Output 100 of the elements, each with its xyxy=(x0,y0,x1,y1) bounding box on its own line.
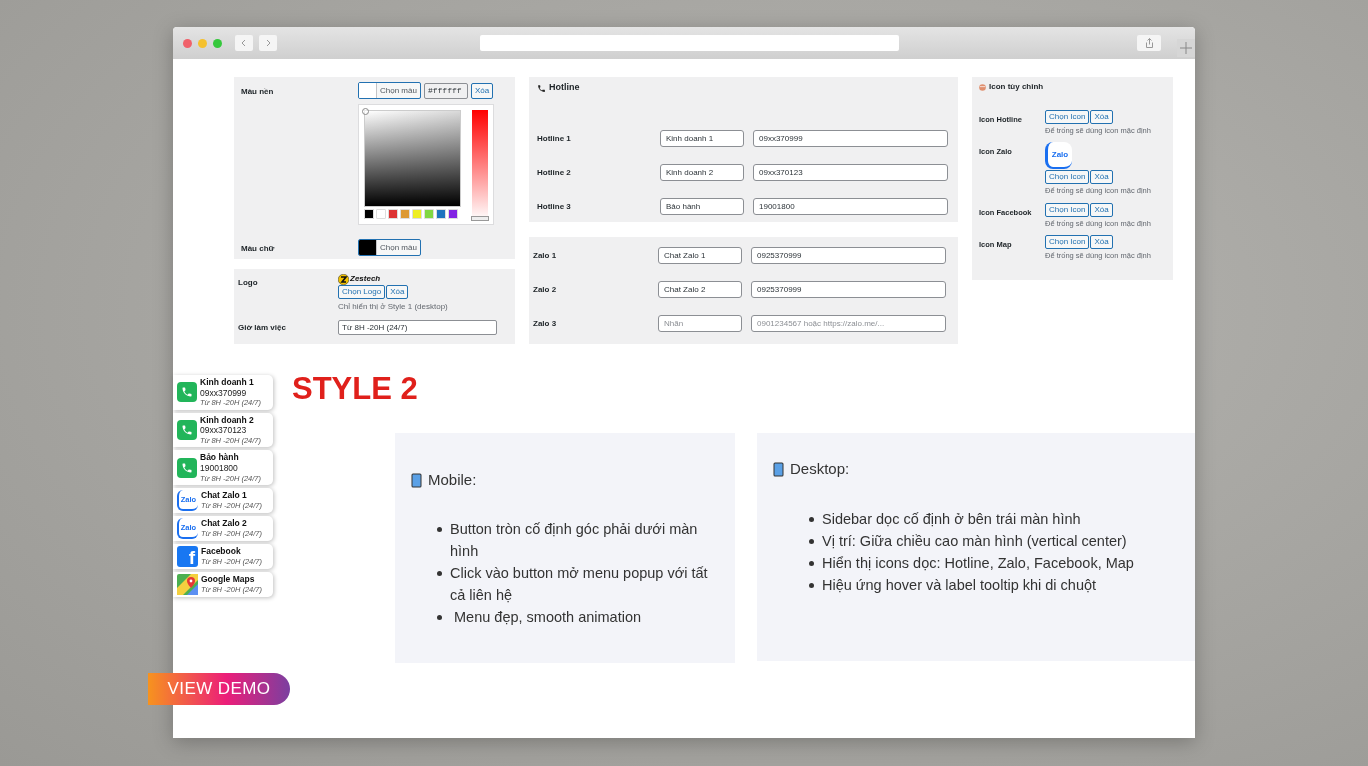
bullet-icon xyxy=(437,614,442,620)
phone-field[interactable]: 0925370999 xyxy=(751,247,946,264)
map-icon xyxy=(177,573,198,595)
clear-button[interactable]: Xóa xyxy=(386,285,409,299)
field-label: Màu nền xyxy=(241,86,275,98)
view-demo-button[interactable]: VIEW DEMO xyxy=(148,673,290,705)
contact-name: Bảo hành xyxy=(200,452,240,463)
choose-icon-button[interactable]: Chọn Icon xyxy=(1045,234,1090,249)
name-field[interactable]: Nhãn xyxy=(658,315,742,332)
feature-text: Vị trí: Giữa chiều cao màn hình (vertical center) xyxy=(822,531,1127,551)
field-label: Logo xyxy=(238,277,259,289)
field-label: Màu chữ xyxy=(241,243,276,255)
bullet-icon xyxy=(437,526,442,532)
color-swatch[interactable] xyxy=(400,209,410,219)
phone-icon xyxy=(177,382,197,403)
name-field[interactable]: Chat Zalo 2 xyxy=(658,281,742,298)
contact-name: Chat Zalo 2 xyxy=(201,518,248,529)
name-field[interactable]: Kinh doanh 1 xyxy=(660,130,744,147)
color-swatch[interactable] xyxy=(436,209,446,219)
feature-text: Sidebar dọc cố định ở bên trái màn hình xyxy=(822,509,1081,529)
clear-button[interactable]: Xóa xyxy=(1090,202,1113,217)
bullet-icon xyxy=(809,516,814,522)
feature-text: Click vào button mở menu popup với tất cả liên hệ xyxy=(450,563,709,605)
hue-slider[interactable] xyxy=(472,110,488,220)
phone-field[interactable]: 0925370999 xyxy=(751,281,946,298)
color-swatch[interactable] xyxy=(412,209,422,219)
forward-button[interactable] xyxy=(259,35,277,51)
card-title: Mobile: xyxy=(428,470,477,490)
phone-icon xyxy=(537,83,546,93)
bullet-icon xyxy=(809,582,814,588)
clear-button[interactable]: Xóa xyxy=(1090,234,1113,249)
minimize-icon[interactable] xyxy=(198,38,207,48)
name-field[interactable]: Kinh doanh 2 xyxy=(660,164,744,181)
slider-handle[interactable] xyxy=(471,216,489,221)
field-label: Hotline 2 xyxy=(537,166,572,179)
color-swatch[interactable] xyxy=(388,209,398,219)
choose-logo-button[interactable]: Chọn Logo xyxy=(338,285,386,299)
feature-text: Menu đẹp, smooth animation xyxy=(453,607,642,627)
contact-name: Facebook xyxy=(201,546,242,557)
maximize-icon[interactable] xyxy=(213,38,222,48)
phone-field[interactable]: 09xx370999 xyxy=(753,130,948,147)
share-button[interactable] xyxy=(1137,35,1161,51)
color-swatch[interactable] xyxy=(424,209,434,219)
section-title: Icon tùy chỉnh xyxy=(989,81,1044,93)
name-field[interactable]: Chat Zalo 1 xyxy=(658,247,742,264)
bullet-icon xyxy=(809,538,814,544)
chevron-left-icon xyxy=(240,39,248,47)
phone-icon xyxy=(177,419,197,440)
color-swatch[interactable] xyxy=(364,209,374,219)
choose-icon-button[interactable]: Chọn Icon xyxy=(1045,202,1090,217)
choose-icon-button[interactable]: Chọn Icon xyxy=(1045,110,1090,124)
field-label: Hotline 1 xyxy=(537,132,572,145)
zalo-icon: Zalo xyxy=(1045,142,1072,170)
style-heading: STYLE 2 xyxy=(292,373,419,404)
feature-text: Button tròn cố định góc phải dưới màn hình xyxy=(450,519,699,561)
hours-field[interactable]: Từ 8H -20H (24/7) xyxy=(338,320,497,335)
share-icon xyxy=(1144,38,1154,48)
facebook-icon: f xyxy=(177,545,198,567)
field-label: Zalo 3 xyxy=(533,317,558,330)
clear-button[interactable]: Xóa xyxy=(1090,110,1113,124)
phone-field[interactable]: 19001800 xyxy=(753,198,948,215)
phone-icon xyxy=(773,461,784,477)
close-icon[interactable] xyxy=(183,38,192,48)
phone-icon xyxy=(411,472,422,488)
contact-phone: 09xx370999 xyxy=(200,387,248,399)
bullet-icon xyxy=(437,570,442,576)
contact-name: Kinh doanh 2 xyxy=(200,414,255,426)
chevron-right-icon xyxy=(264,39,272,47)
color-swatch[interactable] xyxy=(376,209,386,219)
contact-name: Chat Zalo 1 xyxy=(201,490,248,501)
new-tab-icon[interactable] xyxy=(1177,39,1195,57)
field-label: Zalo 1 xyxy=(533,249,558,262)
color-picker[interactable] xyxy=(358,104,494,225)
contact-name: Kinh doanh 1 xyxy=(200,377,255,388)
contact-name: Google Maps xyxy=(201,574,256,585)
hex-field[interactable]: #ffffff xyxy=(423,82,468,99)
ball-icon xyxy=(979,83,986,91)
back-button[interactable] xyxy=(235,35,253,51)
phone-icon xyxy=(177,457,197,478)
choose-icon-button[interactable]: Chọn Icon xyxy=(1045,170,1090,185)
contact-phone: 09xx370123 xyxy=(200,425,248,436)
phone-field[interactable]: 0901234567 hoặc https://zalo.me/... xyxy=(751,315,946,332)
color-picker-button[interactable]: Chọn màu xyxy=(358,82,421,99)
card-title: Desktop: xyxy=(790,459,850,479)
field-label: Giờ làm việc xyxy=(238,321,287,334)
bullet-icon xyxy=(809,560,814,566)
clear-button[interactable]: Xóa xyxy=(470,82,494,99)
color-picker-button[interactable]: Chọn màu xyxy=(358,239,421,256)
feature-text: Hiệu ứng hover và label tooltip khi di chuột xyxy=(822,575,1097,595)
color-swatch[interactable] xyxy=(448,209,458,219)
saturation-area[interactable] xyxy=(364,110,461,207)
feature-text: Hiển thị icons dọc: Hotline, Zalo, Facebook, Map xyxy=(822,553,1134,573)
clear-button[interactable]: Xóa xyxy=(1090,170,1113,185)
phone-field[interactable]: 09xx370123 xyxy=(753,164,948,181)
field-label: Hotline 3 xyxy=(537,200,572,213)
logo: Zestech xyxy=(338,273,381,285)
picker-handle[interactable] xyxy=(362,108,369,115)
hint-text: Chỉ hiển thị ở Style 1 (desktop) xyxy=(338,301,448,313)
section-title: Hotline xyxy=(549,81,580,95)
name-field[interactable]: Bảo hành xyxy=(660,198,744,215)
